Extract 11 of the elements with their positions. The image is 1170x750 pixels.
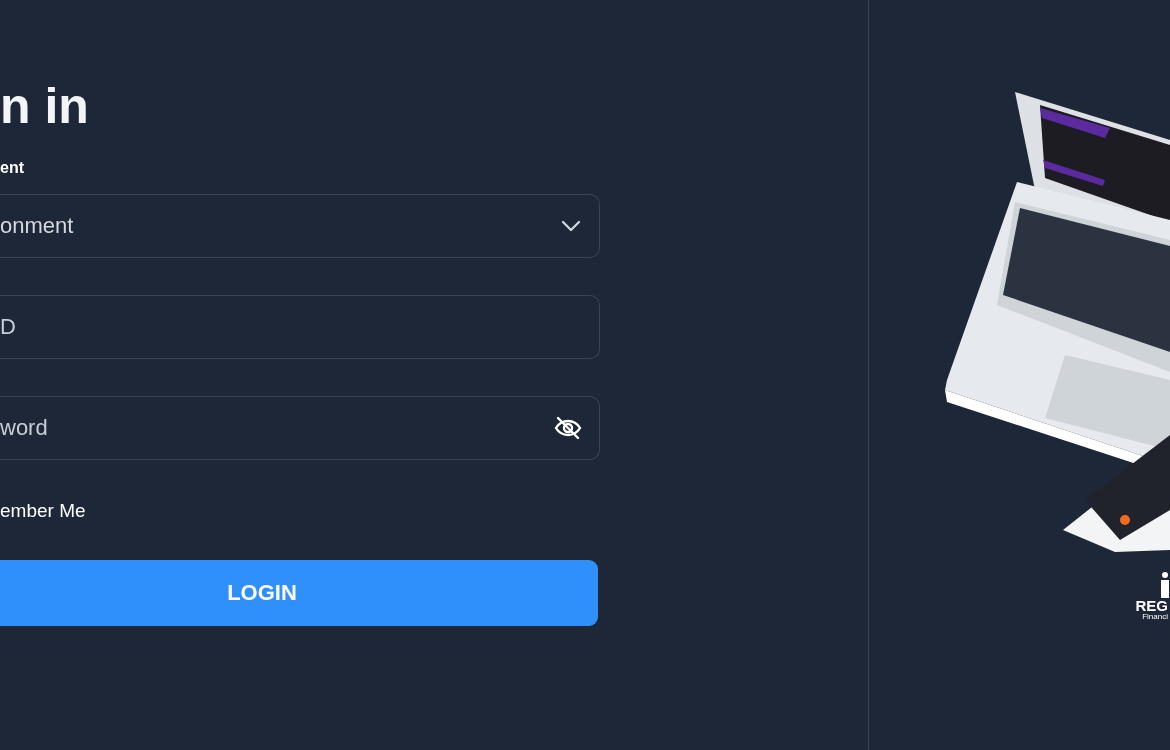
remember-me-label[interactable]: ember Me bbox=[0, 500, 86, 523]
eye-slash-icon[interactable] bbox=[554, 416, 582, 441]
field-label: ent bbox=[0, 158, 24, 178]
page-heading: n in bbox=[0, 77, 90, 136]
password-field[interactable]: word bbox=[0, 396, 600, 461]
chevron-down-icon bbox=[561, 220, 581, 233]
logo-tagline: Financi bbox=[1142, 613, 1168, 622]
environment-select[interactable]: onment bbox=[0, 194, 600, 259]
logo-icon bbox=[1160, 572, 1170, 598]
logo-wordmark: REG bbox=[1135, 598, 1168, 613]
user-id-field[interactable]: D bbox=[0, 295, 600, 360]
